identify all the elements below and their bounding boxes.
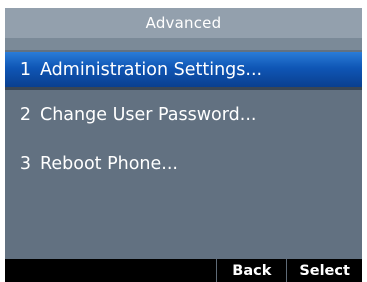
page-title: Advanced: [145, 14, 222, 32]
menu-item-reboot-phone[interactable]: 3 Reboot Phone...: [5, 146, 362, 181]
menu-list: 1 Administration Settings... 2 Change Us…: [5, 52, 362, 181]
menu-item-change-user-password[interactable]: 2 Change User Password...: [5, 97, 362, 132]
phone-screen: Advanced 1 Administration Settings... 2 …: [5, 8, 362, 282]
menu-item-number: 2: [19, 104, 31, 125]
back-softkey[interactable]: Back: [216, 259, 286, 282]
menu-item-label: Reboot Phone...: [40, 153, 178, 174]
softkey-bar: Back Select: [5, 259, 362, 282]
title-bar: Advanced: [5, 8, 362, 38]
title-divider: [5, 38, 362, 50]
menu-item-number: 3: [19, 153, 31, 174]
select-softkey[interactable]: Select: [286, 259, 362, 282]
menu-item-label: Administration Settings...: [40, 59, 263, 80]
menu-spacer: [5, 132, 362, 146]
menu-item-administration-settings[interactable]: 1 Administration Settings...: [5, 52, 362, 90]
softkey-empty: [5, 259, 216, 282]
menu-item-label: Change User Password...: [40, 104, 257, 125]
menu-item-number: 1: [19, 59, 31, 80]
